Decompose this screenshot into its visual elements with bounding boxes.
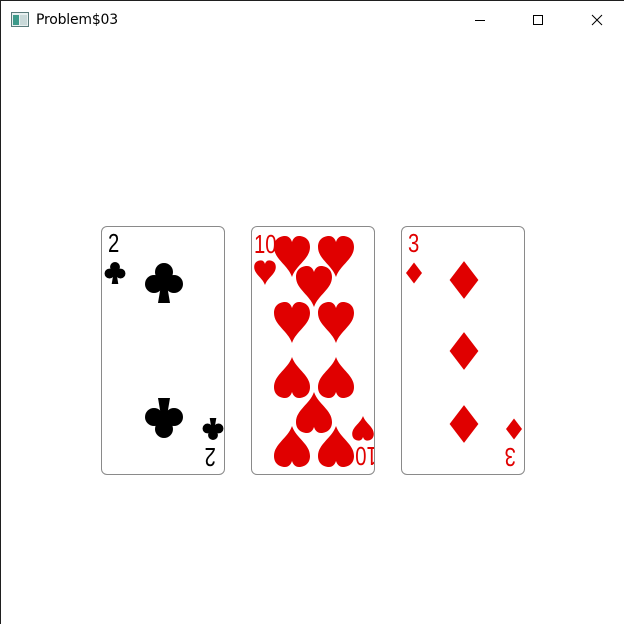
card-3-of-diamonds[interactable]: 3 3 bbox=[401, 226, 525, 475]
maximize-icon bbox=[533, 15, 543, 25]
diamond-icon bbox=[406, 262, 422, 284]
diamond-icon bbox=[449, 332, 479, 370]
window-title: Problem$03 bbox=[36, 12, 118, 28]
diamond-icon bbox=[506, 418, 522, 440]
title-bar[interactable]: Problem$03 bbox=[1, 1, 624, 39]
card-2-of-clubs[interactable]: 2 2 bbox=[101, 226, 225, 475]
heart-icon bbox=[296, 266, 332, 307]
minimize-button[interactable] bbox=[451, 1, 509, 39]
diamond-icon bbox=[449, 261, 479, 299]
club-icon bbox=[145, 263, 183, 303]
heart-icon bbox=[296, 392, 332, 433]
club-icon bbox=[202, 418, 224, 440]
card-pips bbox=[254, 236, 374, 467]
heart-icon bbox=[274, 357, 310, 398]
heart-icon bbox=[318, 302, 354, 343]
card-pips bbox=[406, 261, 522, 443]
heart-icon bbox=[254, 260, 276, 285]
heart-icon bbox=[274, 302, 310, 343]
club-icon bbox=[145, 398, 183, 438]
close-button[interactable] bbox=[568, 1, 625, 39]
close-icon bbox=[591, 14, 603, 26]
maximize-button[interactable] bbox=[509, 1, 567, 39]
app-icon bbox=[11, 12, 29, 27]
heart-icon bbox=[318, 357, 354, 398]
minimize-icon bbox=[475, 20, 485, 21]
heart-icon bbox=[352, 416, 374, 441]
card-10-of-hearts[interactable]: 10 10 bbox=[251, 226, 375, 475]
diamond-icon bbox=[449, 405, 479, 443]
card-pips bbox=[104, 262, 224, 440]
club-icon bbox=[104, 262, 126, 284]
